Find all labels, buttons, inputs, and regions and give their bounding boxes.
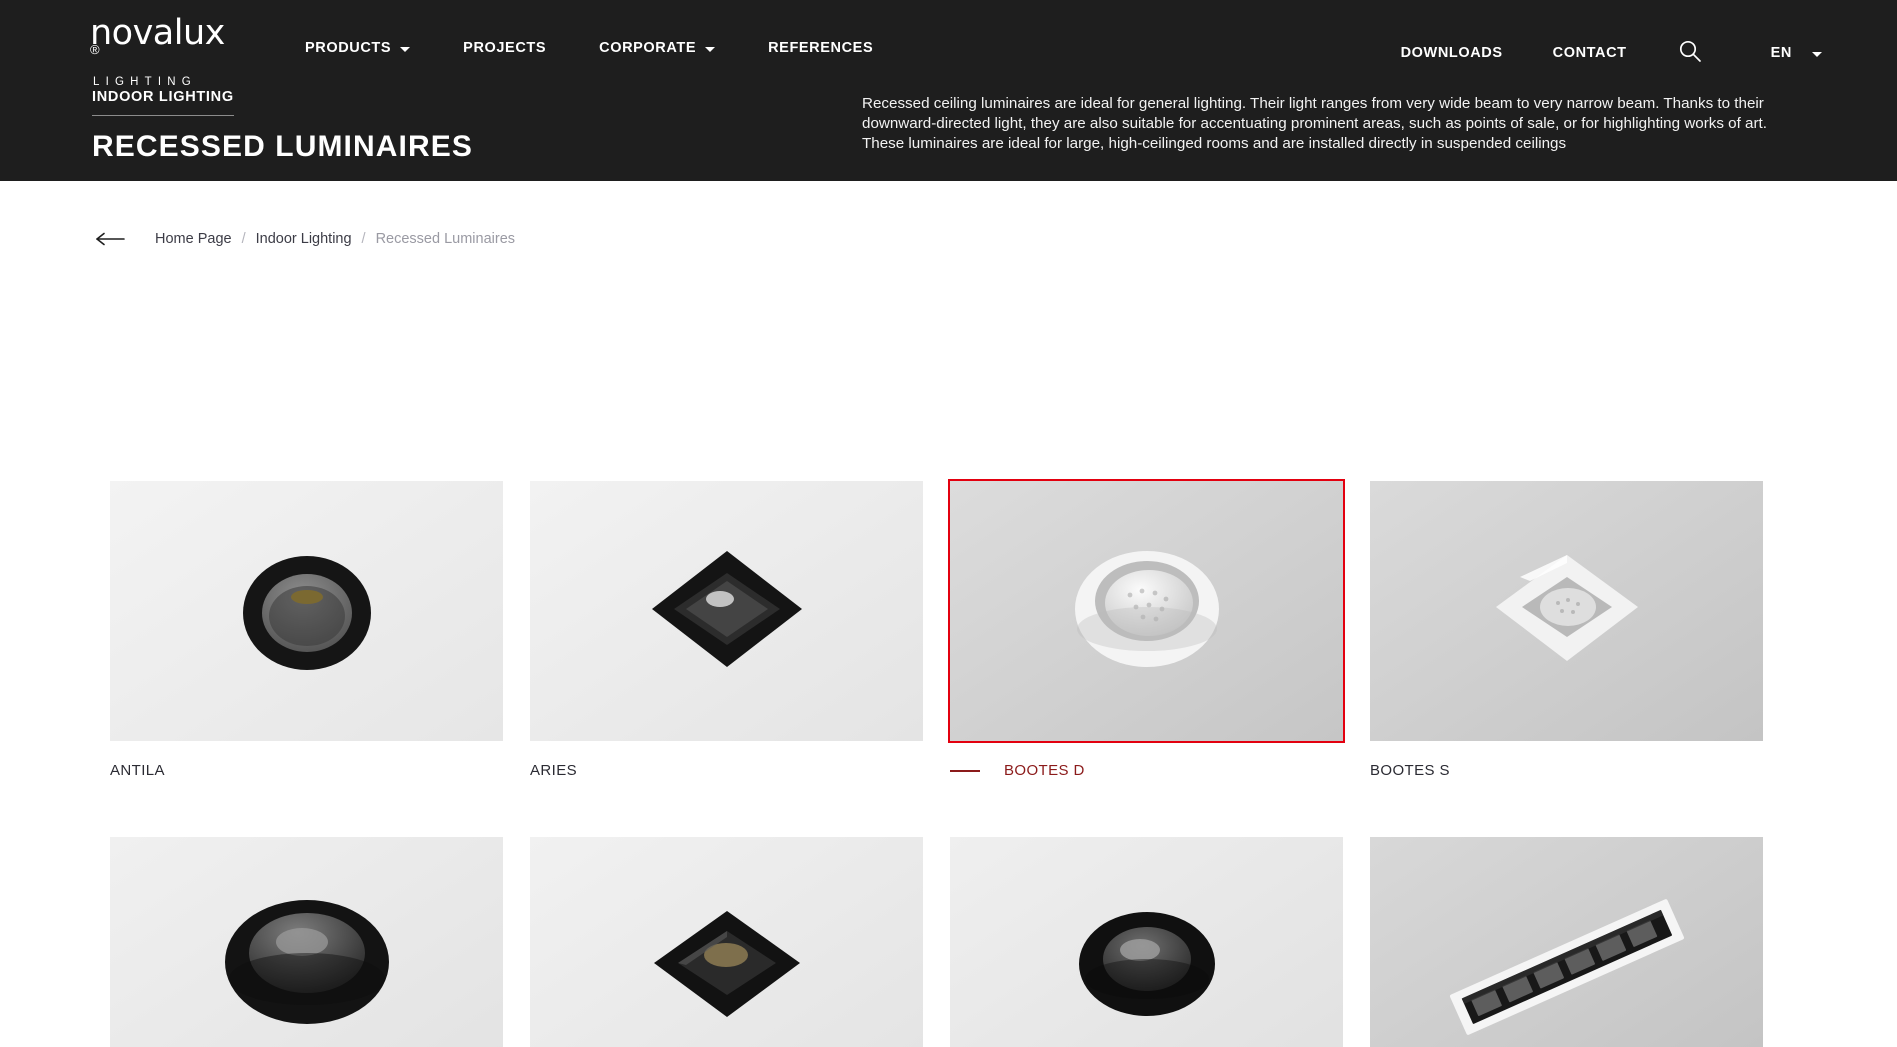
product-image-corvus-s[interactable] [530,837,923,1047]
chevron-down-icon [1812,51,1822,57]
product-name: BOOTES S [1370,762,1450,779]
nav-label-downloads: DOWNLOADS [1400,45,1503,61]
chevron-down-icon [705,46,716,52]
arrow-left-icon[interactable] [95,232,125,246]
product-name: ARIES [530,762,578,779]
product-image-corvus-d[interactable] [110,837,503,1047]
registered-mark: ® [90,42,100,57]
language-selector[interactable]: EN [1771,45,1822,61]
nav-item-downloads[interactable]: DOWNLOADS [1401,45,1503,61]
product-image-bootes-s[interactable] [1370,481,1763,741]
nav-label-contact: CONTACT [1552,45,1627,61]
product-name: BOOTES D [1004,762,1085,779]
search-icon[interactable] [1677,38,1703,64]
breadcrumb-separator: / [361,231,366,247]
language-code: EN [1770,45,1792,61]
downlight-round-black-illustration [110,481,503,741]
breadcrumb-item-indoor-lighting[interactable]: Indoor Lighting [256,231,352,247]
nav-label-corporate: CORPORATE [599,40,697,56]
downlight-square-black-illustration [530,481,923,741]
product-name: ANTILA [110,762,165,779]
brand-tagline: LIGHTING [93,76,197,89]
product-card-eva[interactable]: EVA [950,837,1343,1047]
product-card-bootes-d[interactable]: BOOTES D [948,479,1345,779]
brand-name: novalux [90,13,225,53]
hero-section: INDOOR LIGHTING RECESSED LUMINAIRES Rece… [0,88,1897,181]
product-card-hydra[interactable]: HYDRA [1370,837,1763,1047]
secondary-nav: DOWNLOADS CONTACT EN [1401,40,1822,66]
nav-label-references: REFERENCES [768,40,874,56]
nav-item-products[interactable]: PRODUCTS [305,40,411,56]
top-navigation-bar: novalux® LIGHTING PRODUCTS PROJECTS CORP… [0,0,1897,88]
downlight-round-black-deep-illustration [110,837,503,1047]
breadcrumb-separator: / [241,231,246,247]
product-image-antila[interactable] [110,481,503,741]
nav-label-products: PRODUCTS [305,40,392,56]
nav-item-references[interactable]: REFERENCES [768,40,873,56]
primary-nav: PRODUCTS PROJECTS CORPORATE REFERENCES [305,40,873,56]
product-card-bootes-s[interactable]: BOOTES S [1370,481,1763,779]
hero-heading-block: INDOOR LIGHTING RECESSED LUMINAIRES [92,88,473,164]
product-label-aries: ARIES [530,762,923,779]
breadcrumb-item-current: Recessed Luminaires [375,231,516,247]
site-header: novalux® LIGHTING PRODUCTS PROJECTS CORP… [0,0,1897,181]
breadcrumb-item-home[interactable]: Home Page [155,231,232,247]
downlight-round-black-tilt-illustration [950,837,1343,1047]
product-card-corvus-s[interactable]: CORVUS S [530,837,923,1047]
product-image-aries[interactable] [530,481,923,741]
product-label-antila: ANTILA [110,762,503,779]
downlight-square-black-deep-illustration [530,837,923,1047]
nav-label-projects: PROJECTS [463,40,547,56]
brand-logo[interactable]: novalux® LIGHTING [90,14,230,88]
active-dash-icon [950,769,980,772]
downlight-round-white-illustration [950,481,1343,741]
hero-eyebrow: INDOOR LIGHTING [92,89,234,116]
nav-item-projects[interactable]: PROJECTS [463,40,546,56]
chevron-down-icon [400,46,411,52]
page-title: RECESSED LUMINAIRES [92,130,473,163]
downlight-square-white-illustration [1370,481,1763,741]
linear-multispot-illustration [1370,837,1763,1047]
product-image-eva[interactable] [950,837,1343,1047]
product-image-hydra[interactable] [1370,837,1763,1047]
nav-item-corporate[interactable]: CORPORATE [599,40,716,56]
product-card-corvus-d[interactable]: CORVUS D [110,837,503,1047]
product-card-antila[interactable]: ANTILA [110,481,503,779]
breadcrumb: Home Page / Indoor Lighting / Recessed L… [95,231,515,247]
product-label-bootes-d: BOOTES D [950,762,1343,779]
product-card-aries[interactable]: ARIES [530,481,923,779]
hero-description: Recessed ceiling luminaires are ideal fo… [862,95,1767,152]
product-image-bootes-d[interactable] [948,479,1345,743]
nav-item-contact[interactable]: CONTACT [1553,45,1627,61]
product-grid: ANTILA ARIES BOOTES D BOOTES S [110,479,1790,1047]
main-content: Home Page / Indoor Lighting / Recessed L… [0,181,1897,1047]
product-label-bootes-s: BOOTES S [1370,762,1763,779]
